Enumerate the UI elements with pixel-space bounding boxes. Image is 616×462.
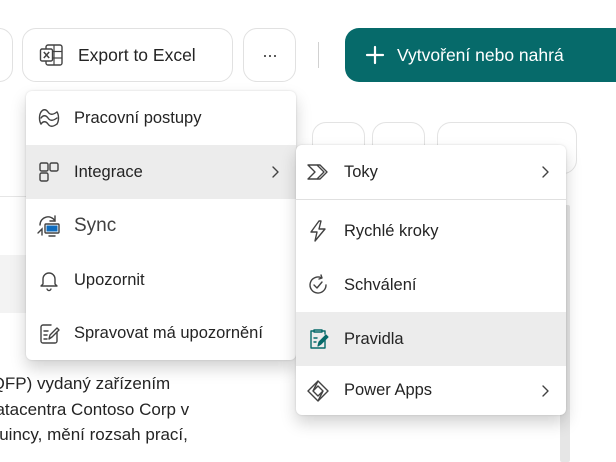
bell-icon — [36, 267, 62, 293]
chevron-right-icon — [268, 165, 282, 179]
workflow-icon — [36, 105, 62, 131]
menu-item-label: Spravovat má upozornění — [74, 324, 263, 342]
background-text: (QFP) vydaný zařízením datacentra Contos… — [0, 371, 276, 448]
text-line: datacentra Contoso Corp v — [0, 399, 190, 419]
menu-item-label: Pravidla — [344, 329, 404, 348]
menu-item-integrations[interactable]: Integrace — [26, 145, 296, 199]
chevron-right-icon — [538, 384, 552, 398]
menu-item-manage-alerts[interactable]: Spravovat má upozornění — [26, 307, 296, 360]
partial-toolbar-button[interactable] — [0, 28, 13, 82]
export-to-excel-label: Export to Excel — [78, 44, 196, 65]
rules-icon — [305, 326, 331, 352]
menu-item-label: Sync — [74, 215, 117, 236]
more-options-button[interactable]: ··· — [243, 28, 296, 82]
menu-item-label: Pracovní postupy — [74, 108, 202, 127]
menu-item-alert-me[interactable]: Upozornit — [26, 253, 296, 307]
more-options-menu: Pracovní postupy Integrace Sync Upozorni… — [26, 91, 296, 360]
approval-icon — [305, 272, 331, 298]
manage-alerts-icon — [36, 321, 62, 347]
toolbar-divider — [318, 42, 319, 68]
menu-item-label: Toky — [344, 162, 378, 181]
menu-item-sync[interactable]: Sync — [26, 199, 296, 253]
menu-item-rules[interactable]: Pravidla — [296, 312, 566, 366]
lightning-icon — [305, 218, 331, 244]
menu-item-quick-steps[interactable]: Rychlé kroky — [296, 204, 566, 258]
create-or-upload-label: Vytvoření nebo nahrá — [397, 44, 564, 65]
menu-item-workflows[interactable]: Pracovní postupy — [26, 91, 296, 145]
excel-icon — [39, 42, 65, 68]
create-or-upload-button[interactable]: Vytvoření nebo nahrá — [345, 28, 616, 82]
menu-item-label: Power Apps — [344, 381, 433, 399]
export-to-excel-button[interactable]: Export to Excel — [22, 28, 233, 82]
menu-item-approvals[interactable]: Schválení — [296, 258, 566, 312]
sync-icon — [36, 213, 62, 239]
menu-item-flows[interactable]: Toky — [296, 145, 566, 199]
menu-item-label: Integrace — [74, 162, 143, 181]
menu-item-power-apps[interactable]: Power Apps — [296, 366, 566, 415]
menu-divider — [296, 199, 566, 200]
integration-icon — [36, 159, 62, 185]
chevron-right-icon — [538, 165, 552, 179]
menu-item-label: Schválení — [344, 275, 417, 294]
menu-item-label: Rychlé kroky — [344, 221, 439, 240]
integrations-submenu: Toky Rychlé kroky Schválení Pravidla Pow… — [296, 145, 566, 415]
flow-icon — [305, 159, 331, 185]
text-line: (QFP) vydaný zařízením — [0, 374, 171, 393]
menu-item-label: Upozornit — [74, 270, 145, 289]
power-apps-icon — [305, 378, 331, 404]
more-icon: ··· — [262, 44, 278, 65]
plus-icon — [365, 45, 385, 65]
text-line: Quincy, mění rozsah prací, — [0, 425, 188, 444]
